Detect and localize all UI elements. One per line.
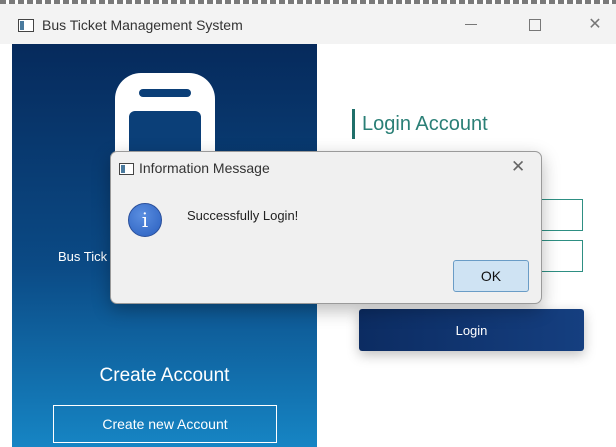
- maximize-button[interactable]: [520, 14, 550, 36]
- dialog-app-icon: [119, 163, 134, 175]
- window-title: Bus Ticket Management System: [42, 17, 243, 33]
- login-heading: Login Account: [352, 109, 488, 139]
- ok-button[interactable]: OK: [453, 260, 529, 292]
- window-close-button[interactable]: ✕: [580, 14, 610, 36]
- dialog-titlebar: Information Message ✕: [111, 152, 541, 184]
- minimize-button[interactable]: [456, 14, 486, 36]
- app-icon: [18, 19, 34, 32]
- info-icon: i: [128, 203, 162, 237]
- information-dialog: Information Message ✕ i Successfully Log…: [110, 151, 542, 304]
- create-new-account-button[interactable]: Create new Account: [53, 405, 277, 443]
- dialog-title: Information Message: [139, 160, 270, 176]
- login-button[interactable]: Login: [359, 309, 584, 351]
- create-account-title: Create Account: [99, 365, 230, 386]
- window-titlebar: Bus Ticket Management System ✕: [0, 4, 616, 44]
- dialog-message: Successfully Login!: [187, 208, 299, 223]
- dialog-close-button[interactable]: ✕: [511, 157, 525, 177]
- minimize-icon: [465, 24, 477, 26]
- panel-tagline: Bus Tick: [58, 249, 108, 264]
- maximize-icon: [529, 18, 541, 31]
